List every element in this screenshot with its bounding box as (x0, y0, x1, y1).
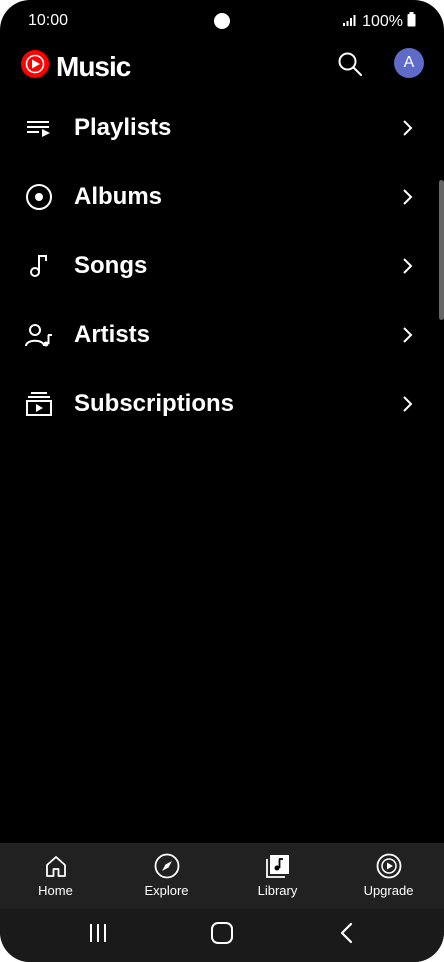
library-list: Playlists Albums Songs Artists Subscript… (0, 93, 444, 438)
nav-label: Explore (144, 883, 189, 898)
chevron-right-icon (400, 257, 414, 275)
bottom-nav: Home Explore Library Upgrade (0, 843, 444, 909)
compass-icon (154, 853, 180, 879)
library-item-label: Subscriptions (74, 389, 235, 417)
search-icon (336, 52, 364, 82)
recent-apps-button[interactable] (85, 922, 111, 948)
home-square-icon (210, 921, 234, 950)
subscriptions-icon (24, 389, 54, 419)
nav-item-home[interactable]: Home (0, 843, 111, 909)
nav-item-explore[interactable]: Explore (111, 843, 222, 909)
nav-label: Upgrade (363, 883, 414, 898)
library-icon (265, 853, 291, 879)
recent-apps-icon (87, 922, 109, 949)
battery-percent: 100% (362, 13, 403, 30)
back-icon (337, 921, 357, 950)
signal-icon (342, 13, 358, 32)
home-system-button[interactable] (209, 921, 235, 950)
library-item-subscriptions[interactable]: Subscriptions (0, 369, 444, 438)
app-header: Music A (0, 44, 444, 84)
scrollbar[interactable] (439, 180, 444, 320)
status-indicators: 100% (342, 12, 416, 32)
back-button[interactable] (334, 922, 360, 948)
phone-screen: 10:00 100% Music A Playlists Albums Song… (0, 0, 444, 962)
chevron-right-icon (400, 119, 414, 137)
battery-icon (407, 12, 416, 32)
library-item-label: Songs (74, 251, 148, 279)
avatar[interactable]: A (394, 48, 424, 78)
status-bar: 10:00 100% (0, 0, 444, 42)
library-item-label: Playlists (74, 113, 172, 141)
chevron-right-icon (400, 326, 414, 344)
library-item-albums[interactable]: Albums (0, 162, 444, 231)
search-button[interactable] (336, 50, 364, 78)
album-icon (24, 182, 54, 212)
playlist-icon (24, 113, 54, 143)
chevron-right-icon (400, 395, 414, 413)
artist-icon (24, 320, 54, 350)
library-item-label: Albums (74, 182, 163, 210)
library-item-songs[interactable]: Songs (0, 231, 444, 300)
library-item-label: Artists (74, 320, 151, 348)
home-icon (43, 853, 69, 879)
music-logo[interactable]: Music (20, 49, 131, 84)
upgrade-icon (376, 853, 402, 879)
front-camera (214, 13, 230, 29)
nav-label: Home (38, 883, 73, 898)
library-item-artists[interactable]: Artists (0, 300, 444, 369)
nav-item-library[interactable]: Library (222, 843, 333, 909)
music-note-icon (24, 251, 54, 281)
chevron-right-icon (400, 188, 414, 206)
nav-label: Library (257, 883, 298, 898)
system-nav-bar (0, 909, 444, 962)
status-time: 10:00 (28, 12, 69, 29)
app-name: Music (56, 50, 131, 82)
nav-item-upgrade[interactable]: Upgrade (333, 843, 444, 909)
youtube-music-icon (20, 49, 50, 84)
library-item-playlists[interactable]: Playlists (0, 93, 444, 162)
